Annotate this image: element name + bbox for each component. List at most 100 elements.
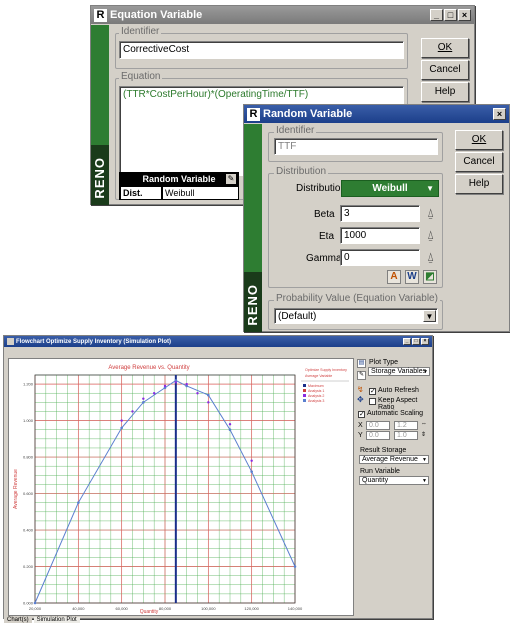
rv-mini-title: Random Variable	[142, 174, 216, 184]
x-scale-icon[interactable]: ⇔	[421, 421, 427, 427]
chart-svg: Average Revenue vs. Quantity Quantity Av…	[13, 365, 349, 615]
legend-swatch	[303, 399, 306, 402]
scatter-point	[163, 384, 167, 388]
legend-swatch	[303, 384, 306, 387]
identifier-label: Identifier	[119, 26, 162, 37]
series-point	[293, 565, 297, 568]
window-title: Equation Variable	[110, 9, 203, 21]
minimize-icon[interactable]: _	[403, 338, 411, 345]
series-point	[228, 428, 232, 432]
chart-icon[interactable]: A	[387, 270, 401, 284]
series-point	[77, 501, 80, 504]
rv-dist-value: Weibull	[163, 187, 238, 199]
beta-input[interactable]: 3	[340, 205, 420, 222]
close-icon[interactable]: ×	[493, 108, 506, 120]
x-tick-label: 40,000	[72, 606, 85, 611]
gamma-input[interactable]: 0	[340, 249, 420, 266]
ok-button[interactable]: OK	[421, 38, 469, 58]
legend-item: Analysis 3	[308, 399, 324, 403]
x-tick-label: 120,000	[244, 606, 259, 611]
rv-mini-panel: Random Variable ✎ Dist. Weibull	[119, 172, 239, 200]
brand-text: RENO	[245, 284, 260, 326]
minimize-icon[interactable]: _	[430, 9, 443, 21]
run-variable-select[interactable]: Quantity ▼	[359, 476, 429, 485]
scatter-point	[131, 410, 134, 413]
plot-type-select[interactable]: Storage Variables ▼	[368, 367, 430, 376]
bottom-tabs: Chart(s) Simulation Plot	[4, 617, 80, 623]
aspect-icon[interactable]: ✥	[357, 396, 366, 405]
series-point	[207, 393, 210, 397]
rv-edit-icon[interactable]: ✎	[226, 174, 236, 184]
auto-refresh-label: Auto Refresh	[378, 387, 419, 394]
probability-select[interactable]: (Default) ▼	[274, 308, 438, 324]
cancel-button[interactable]: Cancel	[421, 60, 469, 80]
keep-aspect-checkbox[interactable]	[369, 398, 376, 405]
close-icon[interactable]: ×	[458, 9, 471, 21]
edit-icon[interactable]: ✎	[357, 371, 366, 380]
scatter-point	[250, 459, 253, 462]
distribution-group-label: Distribution	[274, 166, 329, 177]
x-min-input[interactable]: 0.0	[366, 421, 390, 430]
y-scale-icon[interactable]: ⇕	[421, 431, 426, 438]
x-tick-label: 60,000	[116, 606, 129, 611]
maximize-icon[interactable]: □	[444, 9, 457, 21]
close-icon[interactable]: ×	[421, 338, 429, 345]
random-variable-window: R Random Variable × RENO Identifier TTF …	[243, 104, 510, 332]
equation-text: (TTR*CostPerHour)*(OperatingTime/TTF)	[123, 89, 309, 100]
y-min-input[interactable]: 0.0	[366, 431, 390, 440]
plot-area[interactable]: Average Revenue vs. Quantity Quantity Av…	[8, 358, 354, 616]
legend-item: Analysis 2	[308, 394, 324, 398]
y-tick-label: 0.600	[23, 491, 34, 496]
cancel-button[interactable]: Cancel	[455, 152, 503, 172]
gamma-label: Gamma	[306, 253, 342, 264]
brand-text: RENO	[92, 157, 107, 199]
auto-scaling-checkbox[interactable]: ✓	[358, 411, 365, 418]
legend-swatch	[303, 394, 306, 397]
y-tick-label: 1.200	[23, 382, 34, 387]
identifier-input[interactable]: TTF	[274, 138, 438, 155]
help-button[interactable]: Help	[421, 82, 469, 102]
chevron-down-icon: ▼	[422, 478, 427, 484]
chevron-down-icon: ▼	[422, 457, 427, 463]
chevron-down-icon: ▼	[423, 369, 428, 375]
equation-label: Equation	[119, 71, 163, 82]
chart-title: Average Revenue vs. Quantity	[108, 365, 189, 371]
y-tick-label: 0.000	[23, 601, 34, 606]
tab-charts[interactable]: Chart(s)	[4, 617, 32, 623]
beta-label: Beta	[314, 209, 335, 220]
refresh-icon[interactable]: ↯	[357, 386, 366, 395]
y-axis-label: Average Revenue	[13, 469, 19, 509]
legend-item: Analysis 1	[308, 389, 324, 393]
auto-refresh-checkbox[interactable]: ✓	[369, 388, 376, 395]
keep-aspect-label: Keep Aspect Ratio	[378, 397, 418, 411]
plot-type-icon[interactable]: ▤	[357, 359, 366, 368]
series-point	[142, 401, 145, 404]
eta-fit-icon[interactable]: ⍙	[427, 228, 434, 243]
identifier-input[interactable]: CorrectiveCost	[119, 41, 404, 59]
ok-button[interactable]: OK	[455, 130, 503, 150]
y-tick-label: 0.800	[23, 455, 34, 460]
distribution-select[interactable]: Weibull ▼	[341, 180, 439, 197]
y-max-input[interactable]: 1.0	[394, 431, 418, 440]
scatter-point	[142, 397, 145, 400]
maximize-icon[interactable]: □	[412, 338, 420, 345]
x-max-input[interactable]: 1.2	[394, 421, 418, 430]
chart-titlebar[interactable]: Flowchart Optimize Supply Inventory (Sim…	[4, 336, 432, 347]
eta-input[interactable]: 1000	[340, 227, 420, 244]
beta-fit-icon[interactable]: ⍙	[427, 206, 434, 221]
random-titlebar[interactable]: R Random Variable ×	[244, 105, 509, 123]
reno-logo-icon: R	[247, 107, 260, 121]
series-point	[250, 470, 253, 473]
gamma-fit-icon[interactable]: ⍙	[427, 250, 434, 265]
plot-icon[interactable]: ◩	[423, 270, 437, 284]
plot-type-label: Plot Type	[369, 359, 399, 366]
app-icon	[7, 338, 14, 345]
auto-scaling-label: Automatic Scaling	[367, 410, 424, 417]
probability-group-label: Probability Value (Equation Variable)	[274, 293, 440, 304]
help-button[interactable]: Help	[455, 174, 503, 194]
equation-titlebar[interactable]: R Equation Variable _ □ ×	[91, 6, 474, 24]
tab-simulation-plot[interactable]: Simulation Plot	[33, 617, 80, 623]
grid	[34, 374, 296, 604]
wizard-icon[interactable]: W	[405, 270, 419, 284]
result-storage-select[interactable]: Average Revenue ▼	[359, 455, 429, 464]
